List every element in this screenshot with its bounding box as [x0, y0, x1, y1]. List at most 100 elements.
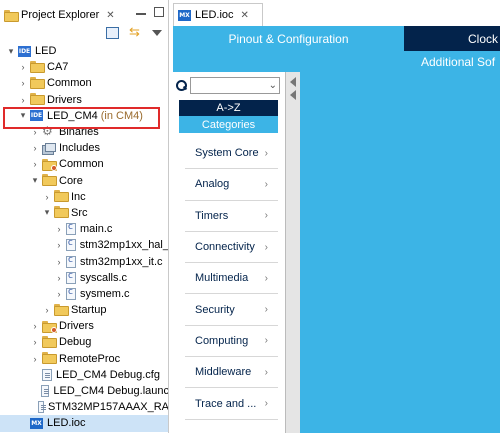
search-input[interactable]: ⌄ — [190, 77, 280, 94]
tree-item[interactable]: › Drivers — [0, 92, 168, 108]
tree-item[interactable]: › Binaries — [0, 124, 168, 140]
collapse-all-icon[interactable] — [106, 27, 119, 39]
tree-item[interactable]: ▾ Core — [0, 173, 168, 189]
tree-item[interactable]: › sysmem.c — [0, 286, 168, 302]
config-file-icon — [40, 385, 50, 398]
tree-item[interactable]: › CA7 — [0, 59, 168, 75]
folder-icon — [4, 9, 19, 22]
tree-item[interactable]: ▾ IDE LED_CM4 (in CM4) — [0, 108, 168, 124]
chevron-down-icon[interactable]: ▾ — [18, 110, 28, 121]
categories-panel: ⌄ A->Z Categories System Core › Analog › Tim… — [173, 72, 286, 433]
close-icon[interactable]: ✕ — [106, 10, 114, 21]
tree-item-label: Debug — [59, 336, 92, 349]
category-item[interactable]: Security › — [185, 294, 278, 326]
chevron-down-icon[interactable]: ⌄ — [269, 80, 277, 91]
chevron-right-icon[interactable]: › — [30, 354, 40, 364]
folder-icon — [30, 60, 45, 74]
chevron-right-icon[interactable]: › — [42, 305, 52, 315]
view-menu-icon[interactable] — [152, 30, 162, 36]
category-item[interactable]: Trace and ... › — [185, 388, 278, 420]
category-label: Security — [195, 303, 235, 316]
chevron-down-icon[interactable]: ▾ — [6, 46, 16, 57]
category-item[interactable]: Computing › — [185, 326, 278, 358]
chevron-right-icon[interactable]: › — [54, 273, 64, 283]
category-label: Middleware — [195, 366, 252, 379]
chevron-right-icon[interactable]: › — [54, 224, 64, 234]
categories-button[interactable]: Categories — [179, 116, 278, 133]
minimize-icon[interactable] — [136, 7, 146, 15]
tree-item[interactable]: › Drivers — [0, 318, 168, 334]
cubemx-body: ⌄ A->Z Categories System Core › Analog › Tim… — [173, 72, 500, 433]
project-explorer-tab[interactable]: Project Explorer ✕ — [0, 3, 116, 27]
chevron-right-icon[interactable]: › — [54, 240, 64, 250]
chevron-right-icon[interactable]: › — [30, 321, 40, 331]
tab-pinout-configuration[interactable]: Pinout & Configuration — [173, 26, 404, 51]
chevron-right-icon[interactable]: › — [30, 337, 40, 347]
tree-item[interactable]: › syscalls.c — [0, 270, 168, 286]
link-with-editor-icon[interactable] — [129, 24, 142, 40]
tree-item[interactable]: › stm32mp1xx_hal_ — [0, 237, 168, 253]
chevron-right-icon[interactable]: › — [18, 95, 28, 105]
chevron-right-icon[interactable]: › — [30, 127, 40, 137]
tree-item[interactable]: › main.c — [0, 221, 168, 237]
category-item[interactable]: Analog › — [185, 169, 278, 201]
mx-file-icon: MX — [30, 417, 43, 429]
chevron-right-icon[interactable]: › — [54, 289, 64, 299]
tree-item-label: CA7 — [47, 61, 69, 74]
chevron-right-icon[interactable]: › — [18, 78, 28, 88]
editor-tab-led-ioc[interactable]: MX LED.ioc ✕ — [173, 3, 263, 26]
collapse-left-icon[interactable] — [290, 77, 296, 87]
tree-item[interactable]: ▾ Src — [0, 205, 168, 221]
tree-item[interactable]: › Inc — [0, 189, 168, 205]
editor-area: MX LED.ioc ✕ Pinout & Configuration Cloc… — [170, 0, 500, 433]
category-label: Multimedia — [195, 272, 249, 285]
tree-item[interactable]: › Startup — [0, 302, 168, 318]
chevron-right-icon[interactable]: › — [30, 159, 40, 169]
chevron-right-icon[interactable]: › — [54, 257, 64, 267]
project-tree: ▾ IDE LED › CA7 › Common › Drivers ▾ IDE LED_CM4 (in… — [0, 43, 168, 432]
tree-item-label: LED — [35, 45, 57, 58]
tree-item[interactable]: › stm32mp1xx_it.c — [0, 253, 168, 269]
tree-item[interactable]: › Debug — [0, 334, 168, 350]
category-item[interactable]: Middleware › — [185, 357, 278, 389]
folder-icon — [42, 335, 57, 349]
category-label: Timers — [195, 209, 229, 222]
category-item[interactable]: Timers › — [185, 201, 278, 232]
close-icon[interactable]: ✕ — [241, 10, 249, 21]
tree-item-label: Drivers — [47, 93, 82, 106]
tree-item[interactable]: LED_CM4 Debug.cfg — [0, 367, 168, 383]
sort-a-z-button[interactable]: A->Z — [179, 100, 278, 116]
tree-item[interactable]: › Includes — [0, 140, 168, 156]
chevron-right-icon[interactable]: › — [18, 62, 28, 72]
category-item[interactable]: System Core › — [185, 138, 278, 170]
tree-item[interactable]: LED_CM4 Debug.launc — [0, 383, 168, 399]
chevron-down-icon[interactable]: ▾ — [30, 175, 40, 186]
tree-item[interactable]: › Common — [0, 156, 168, 172]
chevron-right-icon: › — [264, 366, 268, 378]
category-item[interactable]: Connectivity › — [185, 232, 278, 264]
chevron-right-icon: › — [264, 178, 268, 190]
maximize-icon[interactable] — [154, 7, 164, 17]
collapse-left-icon[interactable] — [290, 90, 296, 100]
project-location-decoration: (in CM4) — [100, 109, 143, 122]
tree-item[interactable]: STM32MP157AAAX_RA — [0, 399, 168, 415]
folder-icon — [42, 352, 57, 365]
chevron-right-icon[interactable]: › — [42, 192, 52, 202]
tree-item[interactable]: › Common — [0, 75, 168, 91]
chevron-right-icon[interactable]: › — [30, 143, 40, 153]
tree-item[interactable]: MX LED.ioc — [0, 415, 168, 432]
panel-collapse-strip[interactable] — [286, 72, 300, 433]
chevron-right-icon: › — [264, 304, 268, 316]
config-file-icon — [42, 368, 52, 381]
cubemx-header: Pinout & Configuration Clock C Additiona… — [173, 26, 500, 72]
chevron-right-icon: › — [264, 272, 268, 284]
additional-software-button[interactable]: Additional Sof — [173, 51, 500, 72]
tree-item[interactable]: ▾ IDE LED — [0, 43, 168, 59]
tree-item-label: Includes — [59, 142, 100, 155]
category-label: Computing — [195, 334, 249, 347]
tab-clock-configuration[interactable]: Clock C — [406, 26, 500, 51]
category-item[interactable]: Multimedia › — [185, 263, 278, 295]
tree-item[interactable]: › RemoteProc — [0, 351, 168, 367]
folder-icon — [54, 206, 69, 219]
chevron-down-icon[interactable]: ▾ — [42, 207, 52, 218]
